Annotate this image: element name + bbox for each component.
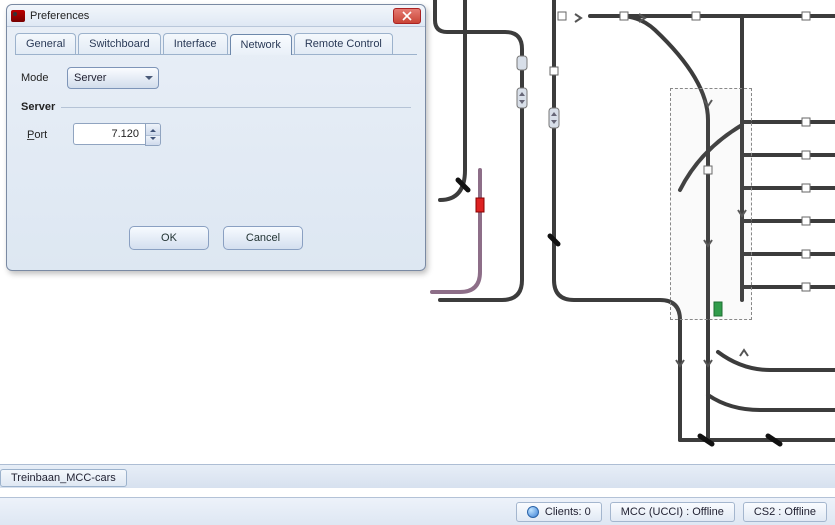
document-tab-strip: Treinbaan_MCC-cars — [0, 464, 835, 488]
status-cs2-label: CS2 : Offline — [754, 506, 816, 518]
status-cs2[interactable]: CS2 : Offline — [743, 502, 827, 522]
port-spin-down[interactable] — [146, 135, 160, 146]
status-bar: Clients: 0 MCC (UCCI) : Offline CS2 : Of… — [0, 497, 835, 525]
server-legend: Server — [21, 101, 61, 113]
port-spin-up[interactable] — [146, 124, 160, 135]
dialog-content: Mode Server Server Port OK Cancel — [7, 55, 425, 270]
close-icon — [402, 11, 412, 21]
mode-select-value: Server — [74, 72, 106, 84]
close-button[interactable] — [393, 8, 421, 24]
server-fieldset: Server Port — [21, 101, 411, 158]
preferences-dialog: Preferences General Switchboard Interfac… — [6, 4, 426, 271]
tab-general[interactable]: General — [15, 33, 76, 54]
ok-button[interactable]: OK — [129, 226, 209, 250]
tab-network[interactable]: Network — [230, 34, 292, 55]
app-icon — [11, 10, 25, 22]
dialog-title: Preferences — [30, 10, 393, 22]
document-tab[interactable]: Treinbaan_MCC-cars — [0, 469, 127, 487]
port-spinner[interactable] — [73, 123, 161, 146]
tab-remote-control[interactable]: Remote Control — [294, 33, 393, 54]
tab-bar: General Switchboard Interface Network Re… — [7, 27, 425, 54]
selection-rectangle — [670, 88, 752, 320]
port-input[interactable] — [73, 123, 145, 145]
status-mcc-label: MCC (UCCI) : Offline — [621, 506, 724, 518]
dialog-titlebar[interactable]: Preferences — [7, 5, 425, 27]
status-clients-label: Clients: 0 — [545, 506, 591, 518]
status-mcc[interactable]: MCC (UCCI) : Offline — [610, 502, 735, 522]
mode-label: Mode — [21, 72, 59, 84]
status-clients[interactable]: Clients: 0 — [516, 502, 602, 522]
port-label: Port — [27, 129, 65, 141]
chevron-down-icon — [150, 137, 156, 143]
mode-select[interactable]: Server — [67, 67, 159, 89]
tab-interface[interactable]: Interface — [163, 33, 228, 54]
globe-icon — [527, 506, 539, 518]
cancel-button[interactable]: Cancel — [223, 226, 303, 250]
tab-switchboard[interactable]: Switchboard — [78, 33, 161, 54]
chevron-up-icon — [150, 126, 156, 132]
